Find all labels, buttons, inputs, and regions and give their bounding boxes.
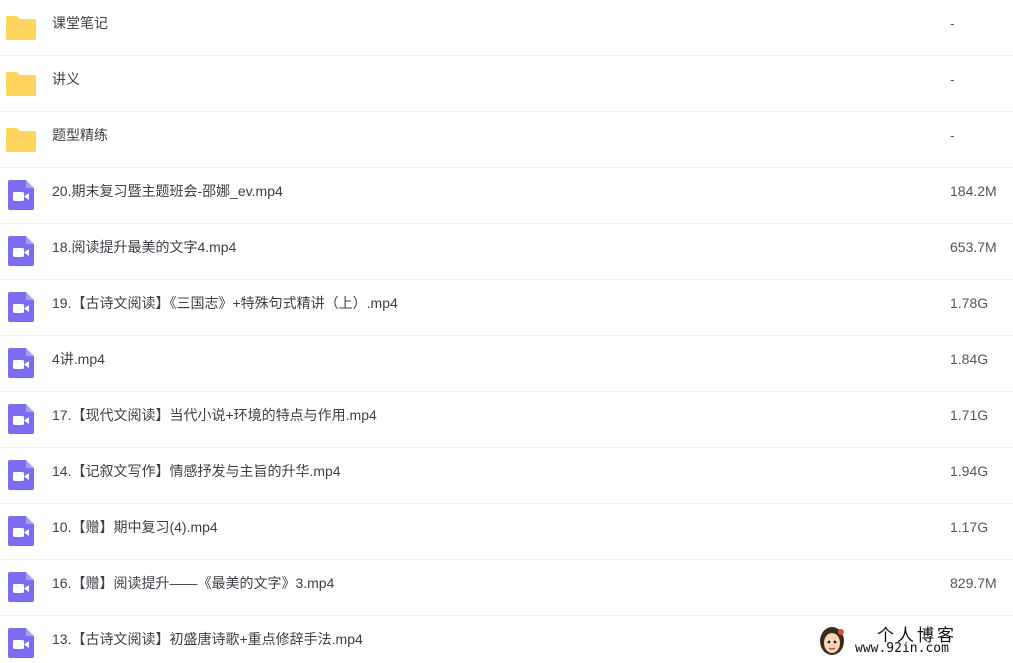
file-row[interactable]: 16.【赠】阅读提升——《最美的文字》3.mp4 829.7M: [0, 560, 1013, 616]
file-name[interactable]: 题型精练: [52, 112, 108, 168]
file-row[interactable]: 19.【古诗文阅读】《三国志》+特殊句式精讲（上）.mp4 1.78G: [0, 280, 1013, 336]
file-name[interactable]: 课堂笔记: [52, 0, 108, 56]
file-row[interactable]: 4讲.mp4 1.84G: [0, 336, 1013, 392]
file-size: -: [950, 71, 955, 87]
file-size: 1.71G: [950, 407, 989, 423]
file-name[interactable]: 10.【赠】期中复习(4).mp4: [52, 504, 218, 560]
file-name[interactable]: 20.期末复习暨主题班会-邵娜_ev.mp4: [52, 168, 283, 224]
file-size: 829.7M: [950, 575, 997, 591]
file-size: 184.2M: [950, 183, 997, 199]
file-size: 653.7M: [950, 239, 997, 255]
file-name[interactable]: 18.阅读提升最美的文字4.mp4: [52, 224, 236, 280]
file-row[interactable]: 20.期末复习暨主题班会-邵娜_ev.mp4 184.2M: [0, 168, 1013, 224]
file-size: 1.78G: [950, 295, 989, 311]
watermark-logo-icon: [820, 627, 844, 655]
file-row[interactable]: 18.阅读提升最美的文字4.mp4 653.7M: [0, 224, 1013, 280]
file-row[interactable]: 14.【记叙文写作】情感抒发与主旨的升华.mp4 1.94G: [0, 448, 1013, 504]
file-row[interactable]: 17.【现代文阅读】当代小说+环境的特点与作用.mp4 1.71G: [0, 392, 1013, 448]
file-name[interactable]: 13.【古诗文阅读】初盛唐诗歌+重点修辞手法.mp4: [52, 616, 363, 663]
file-list: 课堂笔记 - 讲义 - 题型精练 - 20.期末复习暨主题班会-邵娜_ev.mp4 184.2…: [0, 0, 1013, 663]
file-row[interactable]: 10.【赠】期中复习(4).mp4 1.17G: [0, 504, 1013, 560]
watermark: 个人博客 www.92in.com: [815, 621, 1005, 661]
file-name[interactable]: 16.【赠】阅读提升——《最美的文字》3.mp4: [52, 560, 334, 616]
file-size: 1.84G: [950, 351, 989, 367]
file-name[interactable]: 14.【记叙文写作】情感抒发与主旨的升华.mp4: [52, 448, 341, 504]
folder-row[interactable]: 课堂笔记 -: [0, 0, 1013, 56]
file-name[interactable]: 17.【现代文阅读】当代小说+环境的特点与作用.mp4: [52, 392, 377, 448]
file-size: 1.17G: [950, 519, 989, 535]
file-size: -: [950, 127, 955, 143]
file-name[interactable]: 4讲.mp4: [52, 336, 105, 392]
file-size: 1.94G: [950, 463, 989, 479]
file-name[interactable]: 19.【古诗文阅读】《三国志》+特殊句式精讲（上）.mp4: [52, 280, 398, 336]
file-name[interactable]: 讲义: [52, 56, 80, 112]
watermark-url: www.92in.com: [855, 641, 949, 656]
folder-row[interactable]: 题型精练 -: [0, 112, 1013, 168]
folder-row[interactable]: 讲义 -: [0, 56, 1013, 112]
file-rows: 课堂笔记 - 讲义 - 题型精练 - 20.期末复习暨主题班会-邵娜_ev.mp4 184.2…: [0, 0, 1013, 663]
file-size: -: [950, 15, 955, 31]
